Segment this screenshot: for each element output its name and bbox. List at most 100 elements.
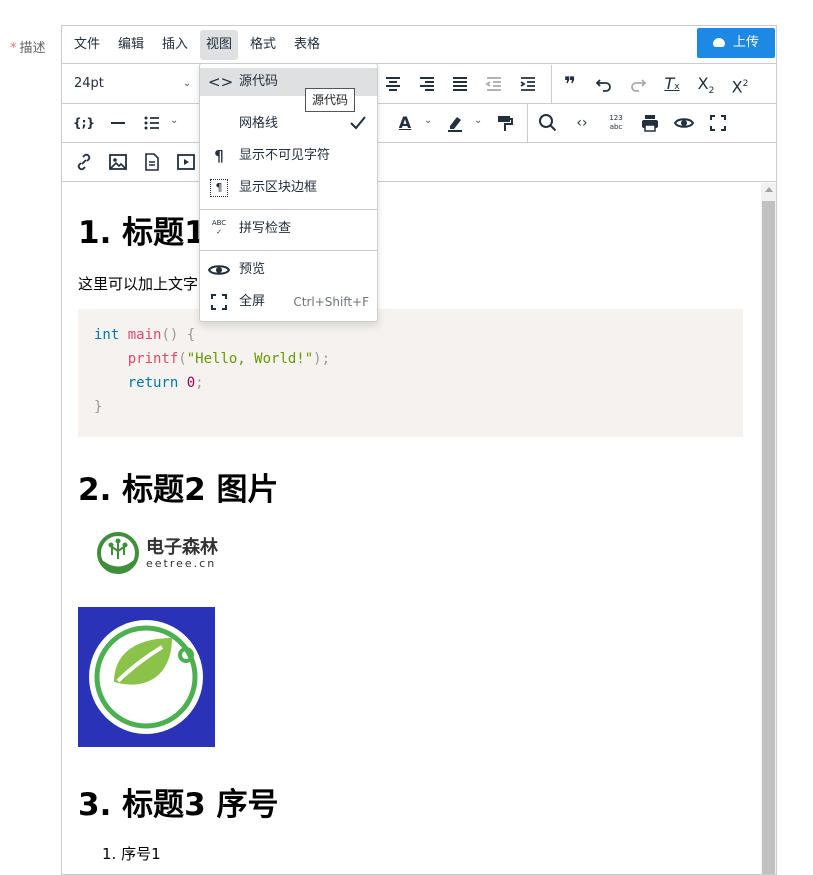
- menu-item-label: 拼写检查: [239, 221, 292, 236]
- fullscreen-icon[interactable]: [705, 110, 731, 136]
- spellcheck-icon: ABC ✓: [211, 219, 227, 236]
- source-code-icon: <>: [208, 73, 234, 91]
- code-number: 0: [186, 375, 196, 391]
- menu-insert[interactable]: 插入: [156, 30, 194, 60]
- chevron-down-icon[interactable]: ⌄: [424, 115, 432, 126]
- view-menu-gridlines[interactable]: 网格线: [200, 110, 377, 138]
- remove-format-icon[interactable]: Tx: [659, 71, 685, 97]
- menu-item-shortcut: Ctrl+Shift+F: [293, 295, 369, 309]
- view-menu-spellcheck[interactable]: ABC ✓ 拼写检查: [200, 215, 377, 243]
- font-color-letter: A: [398, 113, 412, 132]
- superscript-x: X: [731, 77, 743, 97]
- list-item: 1. 序号1: [102, 845, 161, 863]
- remove-format-letter: T: [664, 74, 675, 93]
- code-punctuation: () {: [161, 327, 196, 343]
- toolbar-separator: [551, 65, 552, 103]
- code-sample-icon[interactable]: {;}: [71, 110, 97, 136]
- preview-icon[interactable]: [671, 110, 697, 136]
- view-menu-invisible-chars[interactable]: ¶ 显示不可见字符: [200, 142, 377, 170]
- code-function: printf: [127, 351, 179, 367]
- heading-3: 3. 标题3 序号: [78, 787, 279, 823]
- heading-2: 2. 标题2 图片: [78, 472, 279, 508]
- indent-icon[interactable]: [515, 71, 541, 97]
- font-size-value: 24pt: [74, 76, 104, 91]
- align-center-icon[interactable]: [380, 71, 406, 97]
- code-block: int main() { printf("Hello, World!"); re…: [78, 309, 743, 437]
- redo-icon[interactable]: [625, 71, 651, 97]
- code-punctuation: (: [178, 351, 187, 367]
- menubar: 文件 编辑 插入 视图 格式 表格 上传: [62, 26, 776, 64]
- menu-table[interactable]: 表格: [288, 30, 326, 60]
- paragraph: 这里可以加上文字: [78, 275, 199, 293]
- logo-text-en: eetree.cn: [146, 557, 217, 570]
- link-icon[interactable]: [71, 149, 97, 175]
- menu-item-label: 显示不可见字符: [239, 148, 331, 163]
- label-text: 描述: [19, 41, 46, 56]
- menu-format[interactable]: 格式: [244, 30, 282, 60]
- cloud-upload-icon: [712, 38, 725, 47]
- font-size-select[interactable]: 24pt ⌄: [68, 71, 196, 97]
- code-line: printf("Hello, World!");: [94, 351, 330, 367]
- chevron-down-icon[interactable]: ⌄: [170, 115, 178, 126]
- spellcheck-glyph: ABC: [211, 219, 227, 227]
- undo-icon[interactable]: [591, 71, 617, 97]
- toolbar-row-2: {;} ⌄ A ⌄ ⌄ ‹› 123 abc: [62, 104, 776, 143]
- align-right-icon[interactable]: [414, 71, 440, 97]
- image-icon[interactable]: [105, 149, 131, 175]
- outdent-icon[interactable]: [481, 71, 507, 97]
- align-justify-icon[interactable]: [447, 71, 473, 97]
- font-color-icon[interactable]: A: [392, 110, 418, 136]
- view-menu-fullscreen[interactable]: 全屏 Ctrl+Shift+F: [200, 288, 377, 316]
- chevron-down-icon: ⌄: [183, 78, 192, 89]
- source-code-icon[interactable]: ‹›: [569, 110, 595, 136]
- eetree-logo-mark: [97, 532, 139, 574]
- blockquote-icon[interactable]: ❞: [557, 71, 583, 97]
- toolbar-separator: [527, 104, 528, 142]
- bullet-list-icon[interactable]: [139, 110, 165, 136]
- code-punctuation: );: [313, 351, 331, 367]
- search-icon[interactable]: [535, 110, 561, 136]
- logo-text-cn: 电子森林: [146, 537, 218, 558]
- pilcrow-icon: ¶: [214, 147, 224, 165]
- menu-view[interactable]: 视图: [200, 30, 239, 60]
- upload-button[interactable]: 上传: [697, 28, 775, 58]
- code-line: int main() {: [94, 327, 195, 343]
- format-painter-icon[interactable]: [492, 110, 518, 136]
- code-keyword: return: [127, 375, 179, 391]
- code-punctuation: ;: [195, 375, 204, 391]
- upload-label: 上传: [732, 35, 759, 50]
- scrollbar-thumb[interactable]: [762, 201, 775, 874]
- code-function: main: [127, 327, 162, 343]
- tooltip: 源代码: [305, 88, 356, 112]
- code-line: return 0;: [94, 375, 204, 391]
- menu-item-label: 源代码: [239, 74, 279, 89]
- rich-text-editor: 文件 编辑 插入 视图 格式 表格 上传 24pt ⌄ ❞ Tx X2 X2 {;…: [61, 25, 777, 875]
- document-import-icon[interactable]: [139, 149, 165, 175]
- print-icon[interactable]: [637, 110, 663, 136]
- media-icon[interactable]: [173, 149, 199, 175]
- view-menu-preview[interactable]: 预览: [200, 256, 377, 284]
- fullscreen-icon: [211, 294, 227, 310]
- subscript-digit: 2: [708, 86, 715, 97]
- menu-item-label: 显示区块边框: [239, 180, 318, 195]
- block-border-icon: ¶: [210, 179, 228, 197]
- subscript-x: X: [697, 74, 709, 93]
- view-menu-block-borders[interactable]: ¶ 显示区块边框: [200, 174, 377, 202]
- menu-edit[interactable]: 编辑: [112, 30, 150, 60]
- highlight-color-icon[interactable]: [442, 110, 468, 136]
- superscript-icon[interactable]: X2: [727, 71, 753, 97]
- menu-separator: [200, 209, 377, 210]
- word-count-icon[interactable]: 123 abc: [603, 110, 629, 136]
- scroll-up-arrow-icon[interactable]: [765, 187, 773, 192]
- superscript-digit: 2: [742, 79, 749, 89]
- horizontal-rule-icon[interactable]: [105, 110, 131, 136]
- heading-1: 1. 标题1: [78, 215, 206, 251]
- menu-file[interactable]: 文件: [68, 30, 106, 60]
- editor-content[interactable]: 1. 标题1 这里可以加上文字 int main() { printf("Hel…: [62, 183, 760, 874]
- chevron-down-icon[interactable]: ⌄: [474, 115, 482, 126]
- subscript-icon[interactable]: X2: [693, 71, 719, 97]
- code-keyword: int: [94, 327, 120, 343]
- eetree-logo: 电子森林 eetree.cn: [96, 527, 226, 577]
- toolbar-row-1: 24pt ⌄ ❞ Tx X2 X2: [62, 65, 776, 104]
- content-scrollbar[interactable]: [761, 183, 776, 874]
